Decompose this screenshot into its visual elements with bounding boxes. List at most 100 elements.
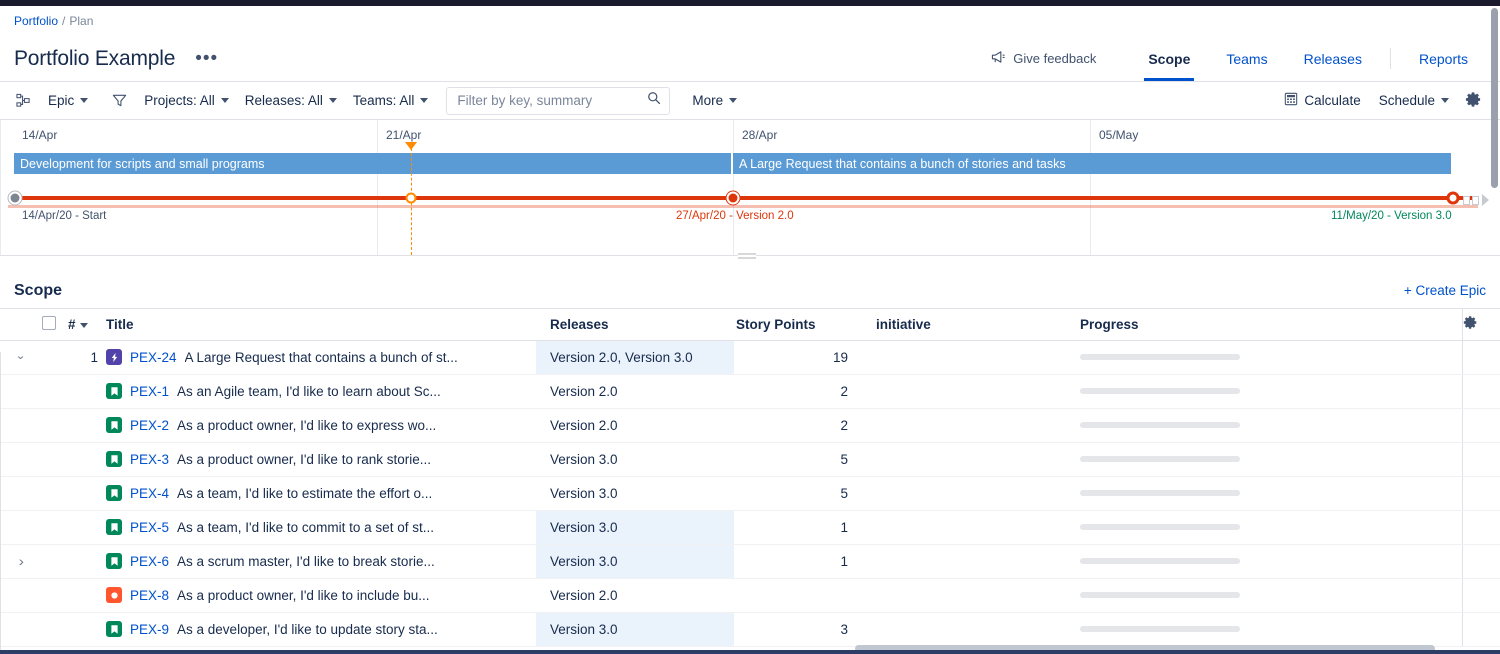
row-initiative-cell[interactable] [862,408,1058,443]
table-row[interactable]: PEX-3 As a product owner, I'd like to ran… [0,442,1500,477]
splitter-grip[interactable] [738,252,756,260]
issue-key-link[interactable]: PEX-8 [130,588,169,603]
issue-key-link[interactable]: PEX-9 [130,622,169,637]
tab-releases[interactable]: Releases [1286,36,1380,81]
row-story-points-cell[interactable]: 3 [734,612,862,647]
row-story-points-cell[interactable]: 5 [734,476,862,511]
more-filters-dropdown[interactable]: More [684,89,745,112]
row-initiative-cell[interactable] [862,544,1058,579]
table-row[interactable]: PEX-1 As an Agile team, I'd like to learn… [0,374,1500,409]
row-expander-cell[interactable] [0,476,42,511]
row-select-cell[interactable] [42,442,68,477]
plan-settings-button[interactable] [1459,87,1488,115]
row-expander-cell[interactable] [0,578,42,613]
search-input[interactable] [457,93,648,108]
row-select-cell[interactable] [42,612,68,647]
row-title-cell[interactable]: PEX-3 As a product owner, I'd like to ran… [106,442,536,477]
row-initiative-cell[interactable] [862,340,1058,375]
row-title-cell[interactable]: PEX-6 As a scrum master, I'd like to brea… [106,544,536,579]
row-expander-cell[interactable]: ⌄ [0,340,42,375]
row-expander-cell[interactable] [0,612,42,647]
row-initiative-cell[interactable] [862,374,1058,409]
row-releases-cell[interactable]: Version 3.0 [536,544,734,579]
row-select-cell[interactable] [42,340,68,375]
row-releases-cell[interactable]: Version 3.0 [536,612,734,647]
table-row[interactable]: ⌄ 1 PEX-24 A Large Request that contains a … [0,340,1500,375]
timeline-release-marker-v3[interactable] [1446,191,1460,205]
row-title-cell[interactable]: PEX-2 As a product owner, I'd like to exp… [106,408,536,443]
col-rank[interactable]: # [68,309,106,341]
row-title-cell[interactable]: PEX-1 As an Agile team, I'd like to learn… [106,374,536,409]
chevron-down-icon[interactable]: ⌄ [16,349,27,362]
issue-key-link[interactable]: PEX-3 [130,452,169,467]
row-title-cell[interactable]: PEX-5 As a team, I'd like to commit to a … [106,510,536,545]
select-all-checkbox[interactable] [42,315,56,330]
row-releases-cell[interactable]: Version 2.0 [536,578,734,613]
row-initiative-cell[interactable] [862,476,1058,511]
issue-key-link[interactable]: PEX-4 [130,486,169,501]
table-row[interactable]: › PEX-6 As a scrum master, I'd like to bre… [0,544,1500,579]
col-initiative[interactable]: initiative [862,309,1058,341]
timeline-overflow-indicator[interactable] [1463,194,1489,206]
issue-key-link[interactable]: PEX-1 [130,384,169,399]
row-story-points-cell[interactable]: 5 [734,442,862,477]
row-releases-cell[interactable]: Version 2.0 [536,408,734,443]
row-initiative-cell[interactable] [862,442,1058,477]
tab-scope[interactable]: Scope [1130,36,1208,81]
calculate-button[interactable]: Calculate [1276,88,1368,113]
col-progress[interactable]: Progress [1058,309,1462,341]
row-story-points-cell[interactable] [734,578,862,613]
timeline-today-marker[interactable] [405,192,417,204]
projects-filter-dropdown[interactable]: Projects: All [136,89,237,112]
row-select-cell[interactable] [42,544,68,579]
row-select-cell[interactable] [42,408,68,443]
row-initiative-cell[interactable] [862,510,1058,545]
row-story-points-cell[interactable]: 2 [734,408,862,443]
col-title[interactable]: Title [106,309,536,341]
row-releases-cell[interactable]: Version 3.0 [536,442,734,477]
timeline-bar-epic[interactable]: Development for scripts and small progra… [14,153,731,174]
row-title-cell[interactable]: PEX-8 As a product owner, I'd like to inc… [106,578,536,613]
issue-key-link[interactable]: PEX-6 [130,554,169,569]
row-expander-cell[interactable] [0,374,42,409]
row-story-points-cell[interactable]: 19 [734,340,862,375]
row-select-cell[interactable] [42,476,68,511]
tab-teams[interactable]: Teams [1208,36,1285,81]
timeline-panel[interactable]: 14/Apr 21/Apr 28/Apr 05/May Development … [0,120,1500,255]
table-row[interactable]: PEX-5 As a team, I'd like to commit to a … [0,510,1500,545]
row-expander-cell[interactable] [0,442,42,477]
issue-key-link[interactable]: PEX-5 [130,520,169,535]
give-feedback-button[interactable]: Give feedback [991,50,1096,67]
row-title-cell[interactable]: PEX-9 As a developer, I'd like to update … [106,612,536,647]
row-select-cell[interactable] [42,374,68,409]
issue-key-link[interactable]: PEX-2 [130,418,169,433]
vertical-scrollbar[interactable] [1491,8,1498,188]
timeline-bar-epic[interactable]: A Large Request that contains a bunch of… [733,153,1451,174]
table-row[interactable]: PEX-9 As a developer, I'd like to update … [0,612,1500,647]
row-initiative-cell[interactable] [862,578,1058,613]
col-settings[interactable] [1461,309,1500,341]
row-expander-cell[interactable]: › [0,544,42,579]
row-releases-cell[interactable]: Version 2.0, Version 3.0 [536,340,734,375]
breadcrumb-portfolio-link[interactable]: Portfolio [14,14,58,28]
hierarchy-level-dropdown[interactable]: Epic [40,89,96,112]
chevron-right-icon[interactable]: › [18,553,23,569]
row-releases-cell[interactable]: Version 3.0 [536,510,734,545]
releases-filter-dropdown[interactable]: Releases: All [237,89,345,112]
search-icon[interactable] [647,91,661,110]
issue-key-link[interactable]: PEX-24 [130,350,177,365]
schedule-dropdown[interactable]: Schedule [1371,89,1457,112]
page-actions-menu-button[interactable]: ••• [189,49,224,68]
row-initiative-cell[interactable] [862,612,1058,647]
panel-splitter[interactable] [0,252,1500,273]
row-story-points-cell[interactable]: 1 [734,510,862,545]
timeline-start-marker[interactable] [8,191,22,205]
row-story-points-cell[interactable]: 2 [734,374,862,409]
row-story-points-cell[interactable]: 1 [734,544,862,579]
table-row[interactable]: PEX-2 As a product owner, I'd like to exp… [0,408,1500,443]
row-releases-cell[interactable]: Version 2.0 [536,374,734,409]
teams-filter-dropdown[interactable]: Teams: All [345,89,437,112]
row-expander-cell[interactable] [0,408,42,443]
col-releases[interactable]: Releases [536,309,734,341]
row-title-cell[interactable]: PEX-24 A Large Request that contains a bu… [106,340,536,375]
